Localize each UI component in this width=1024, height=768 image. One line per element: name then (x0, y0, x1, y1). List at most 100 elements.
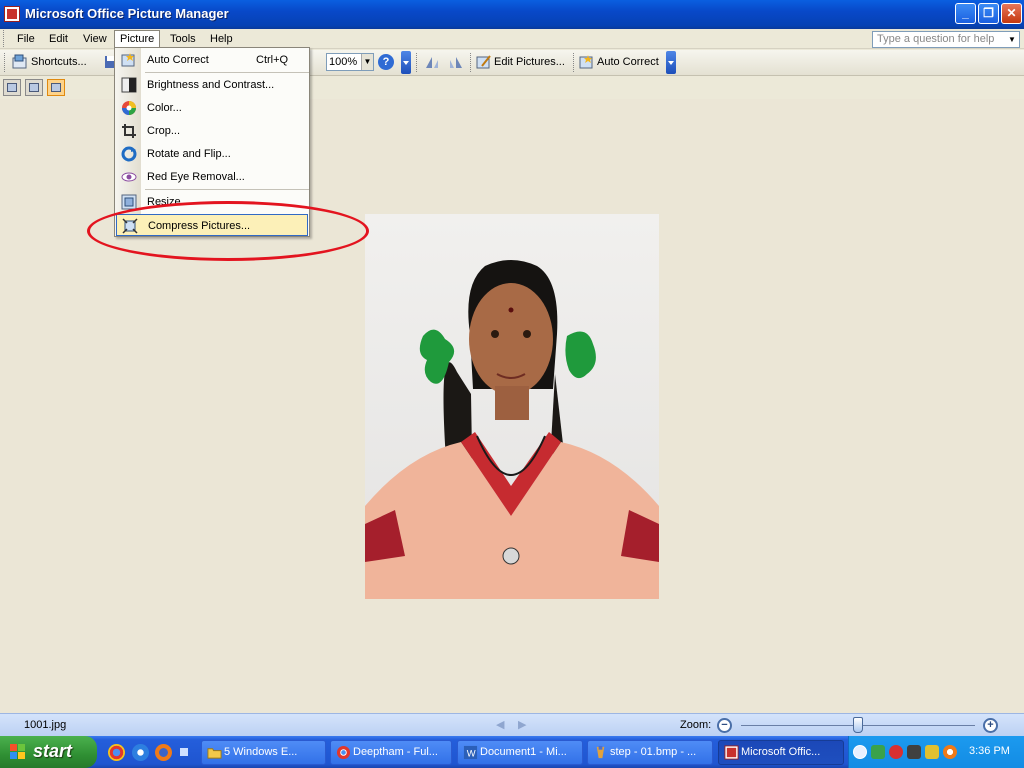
file-name: 1001.jpg (24, 719, 67, 731)
help-icon[interactable]: ? (378, 54, 394, 70)
menu-item-label: Auto Correct (147, 54, 209, 66)
menu-item-auto-correct[interactable]: Auto Correct Ctrl+Q (116, 49, 308, 71)
close-button[interactable]: ✕ (1001, 3, 1022, 24)
menu-help[interactable]: Help (205, 31, 238, 48)
start-button[interactable]: start (0, 736, 97, 768)
edit-pictures-icon (476, 55, 491, 69)
taskbar-button-paint[interactable]: step - 01.bmp - ... (587, 740, 713, 765)
toolbar-options-button[interactable] (666, 51, 676, 74)
taskbar-button-label: Deeptham - Ful... (353, 746, 438, 758)
menu-item-label: Red Eye Removal... (147, 171, 245, 183)
menu-item-rotate-flip[interactable]: Rotate and Flip... (116, 143, 308, 165)
menu-separator (145, 72, 309, 73)
previous-picture-icon[interactable]: ◀ (496, 718, 504, 731)
status-bar: 1001.jpg ◀ ▶ Zoom: − + (0, 713, 1024, 736)
filmstrip-icon (29, 83, 39, 92)
windows-flag-icon (10, 744, 27, 761)
word-icon: W (463, 745, 478, 760)
taskbar-button-chrome[interactable]: Deeptham - Ful... (330, 740, 452, 765)
window-title: Microsoft Office Picture Manager (25, 6, 229, 21)
minimize-button[interactable]: _ (955, 3, 976, 24)
chevron-down-icon[interactable]: ▼ (361, 54, 373, 70)
brightness-icon (121, 77, 137, 93)
zoom-label: Zoom: (680, 719, 712, 731)
eye-icon (121, 172, 137, 182)
tray-collapse-icon[interactable] (853, 745, 867, 759)
system-tray: 3:36 PM (848, 736, 1024, 768)
thumbnail-icon (7, 83, 17, 92)
menu-item-crop[interactable]: Crop... (116, 120, 308, 142)
rotate-right-icon[interactable] (448, 54, 464, 70)
taskbar-button-picture-manager[interactable]: Microsoft Offic... (718, 740, 844, 765)
taskbar-button-windows-explorer[interactable]: 5 Windows E... (201, 740, 326, 765)
menu-item-label: Color... (147, 102, 182, 114)
zoom-select[interactable]: 100% ▼ (326, 53, 374, 71)
start-label: start (33, 741, 73, 761)
menu-file[interactable]: File (12, 31, 40, 48)
safely-remove-icon[interactable] (925, 745, 939, 759)
zoom-in-icon[interactable]: + (983, 718, 998, 733)
annotation-ellipse (87, 201, 369, 261)
picture-manager-icon (4, 6, 20, 22)
taskbar-button-label: Document1 - Mi... (480, 746, 567, 758)
menu-item-color[interactable]: Color... (116, 97, 308, 119)
menu-item-brightness-contrast[interactable]: Brightness and Contrast... (116, 74, 308, 96)
menu-item-label: Rotate and Flip... (147, 148, 231, 160)
color-icon (122, 101, 136, 115)
photo-preview[interactable] (365, 214, 659, 599)
folder-icon (207, 748, 222, 759)
next-picture-icon[interactable]: ▶ (518, 718, 526, 731)
menu-item-label: Crop... (147, 125, 181, 137)
auto-correct-button[interactable]: Auto Correct (597, 56, 659, 68)
toolbar-grip[interactable] (4, 53, 7, 72)
chevron-down-icon[interactable]: ▼ (1006, 33, 1018, 46)
single-picture-view-button[interactable] (47, 79, 65, 96)
firefox-icon[interactable] (155, 744, 172, 761)
menu-item-label: Brightness and Contrast... (147, 79, 275, 91)
shortcuts-icon (12, 54, 27, 69)
crop-icon (122, 124, 136, 138)
network-icon[interactable] (871, 745, 885, 759)
menu-item-red-eye-removal[interactable]: Red Eye Removal... (116, 166, 308, 188)
internet-explorer-icon[interactable] (132, 744, 149, 761)
rotate-left-icon[interactable] (424, 54, 440, 70)
menu-view[interactable]: View (78, 31, 112, 48)
thumbnail-view-button[interactable] (3, 79, 21, 96)
rotate-icon (121, 146, 137, 162)
title-bar: Microsoft Office Picture Manager _ ❐ ✕ (0, 0, 1024, 29)
windows-taskbar: start 5 Windows E... Deeptham - Ful... W… (0, 736, 1024, 768)
menu-edit[interactable]: Edit (44, 31, 73, 48)
toolbar-separator (470, 53, 473, 72)
maximize-button[interactable]: ❐ (978, 3, 999, 24)
toolbar-options-button[interactable] (401, 51, 411, 74)
ask-question-input[interactable]: Type a question for help ▼ (872, 31, 1020, 48)
chrome-icon[interactable] (108, 744, 125, 761)
picture-manager-icon (724, 745, 739, 760)
menu-bar: File Edit View Picture Tools Help Type a… (0, 29, 1024, 49)
printer-icon[interactable] (907, 745, 921, 759)
security-shield-icon[interactable] (889, 745, 903, 759)
shortcut-label: Ctrl+Q (256, 54, 289, 66)
edit-pictures-button[interactable]: Edit Pictures... (494, 56, 565, 68)
filmstrip-view-button[interactable] (25, 79, 43, 96)
update-icon[interactable] (943, 745, 957, 759)
quicklaunch-expand-icon[interactable] (180, 748, 188, 756)
taskbar-button-word[interactable]: W Document1 - Mi... (457, 740, 583, 765)
taskbar-button-label: step - 01.bmp - ... (610, 746, 697, 758)
menu-tools[interactable]: Tools (165, 31, 201, 48)
zoom-out-icon[interactable]: − (717, 718, 732, 733)
zoom-slider-thumb[interactable] (853, 717, 863, 733)
svg-text:W: W (467, 748, 476, 758)
toolbar-grip[interactable] (416, 53, 419, 72)
auto-correct-icon (121, 53, 135, 67)
single-picture-icon (51, 83, 61, 92)
portrait-image (365, 260, 659, 599)
taskbar-button-label: Microsoft Offic... (741, 746, 821, 758)
menu-separator (145, 189, 309, 190)
toolbar-separator (573, 53, 576, 72)
auto-correct-icon (579, 55, 593, 69)
menubar-grip[interactable] (3, 30, 6, 47)
taskbar-button-label: 5 Windows E... (224, 746, 298, 758)
shortcuts-button[interactable]: Shortcuts... (31, 56, 87, 68)
clock: 3:36 PM (969, 745, 1010, 757)
